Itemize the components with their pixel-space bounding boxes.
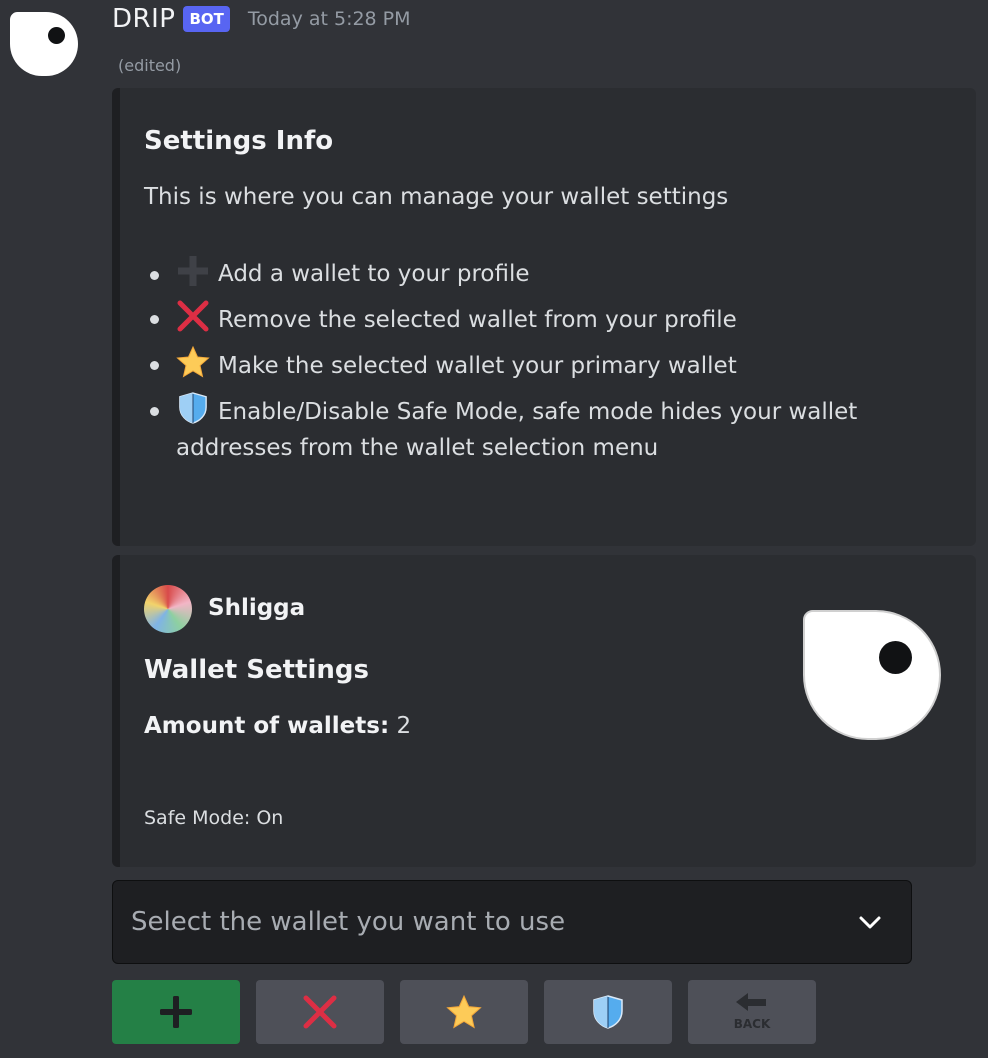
bot-tag: BOT: [183, 6, 230, 32]
field-value: 2: [396, 713, 412, 739]
back-button[interactable]: BACK: [688, 980, 816, 1044]
remove-wallet-button[interactable]: [256, 980, 384, 1044]
x-icon: [176, 300, 210, 332]
settings-list: Add a wallet to your profile Remove the …: [150, 256, 950, 474]
x-icon: [302, 994, 338, 1030]
embed-description: This is where you can manage your wallet…: [144, 184, 729, 210]
list-item: Add a wallet to your profile: [150, 256, 950, 292]
shield-icon: [592, 993, 624, 1031]
plus-icon: [176, 256, 210, 286]
add-wallet-button[interactable]: [112, 980, 240, 1044]
star-icon: [176, 345, 210, 378]
author-avatar[interactable]: [144, 585, 192, 633]
list-item: Remove the selected wallet from your pro…: [150, 300, 950, 338]
wallet-settings-embed: Shligga Wallet Settings Amount of wallet…: [112, 555, 976, 867]
list-item: Make the selected wallet your primary wa…: [150, 345, 950, 384]
embed-thumbnail[interactable]: [803, 610, 941, 740]
embed-title: Settings Info: [144, 126, 334, 156]
safe-mode-status: Safe Mode: On: [144, 807, 284, 829]
message-header: DRIP BOT Today at 5:28 PM: [112, 2, 411, 36]
list-item-text: Add a wallet to your profile: [218, 261, 530, 287]
chevron-down-icon: [857, 909, 883, 935]
field-label: Amount of wallets:: [144, 713, 390, 739]
shield-icon: [176, 392, 210, 424]
back-arrow-icon: BACK: [722, 990, 782, 1034]
avatar-eye: [48, 27, 65, 44]
settings-info-embed: Settings Info This is where you can mana…: [112, 88, 976, 546]
wallet-select[interactable]: Select the wallet you want to use: [112, 880, 912, 964]
author-name[interactable]: Shligga: [208, 595, 305, 621]
list-item: Enable/Disable Safe Mode, safe mode hide…: [150, 392, 950, 466]
select-placeholder: Select the wallet you want to use: [131, 907, 566, 937]
back-label: BACK: [734, 1017, 771, 1031]
edited-label: (edited): [118, 56, 182, 75]
safe-mode-button[interactable]: [544, 980, 672, 1044]
list-item-text: Enable/Disable Safe Mode, safe mode hide…: [176, 399, 858, 461]
list-item-text: Remove the selected wallet from your pro…: [218, 307, 737, 333]
embed-title: Wallet Settings: [144, 655, 369, 685]
plus-icon: [158, 994, 194, 1030]
bot-avatar[interactable]: [10, 12, 78, 76]
primary-wallet-button[interactable]: [400, 980, 528, 1044]
list-item-text: Make the selected wallet your primary wa…: [218, 353, 737, 379]
thumbnail-eye: [879, 641, 912, 674]
bot-username[interactable]: DRIP: [112, 4, 175, 34]
wallet-count-field: Amount of wallets: 2: [144, 713, 411, 739]
message-timestamp: Today at 5:28 PM: [247, 8, 411, 30]
star-icon: [446, 995, 482, 1029]
